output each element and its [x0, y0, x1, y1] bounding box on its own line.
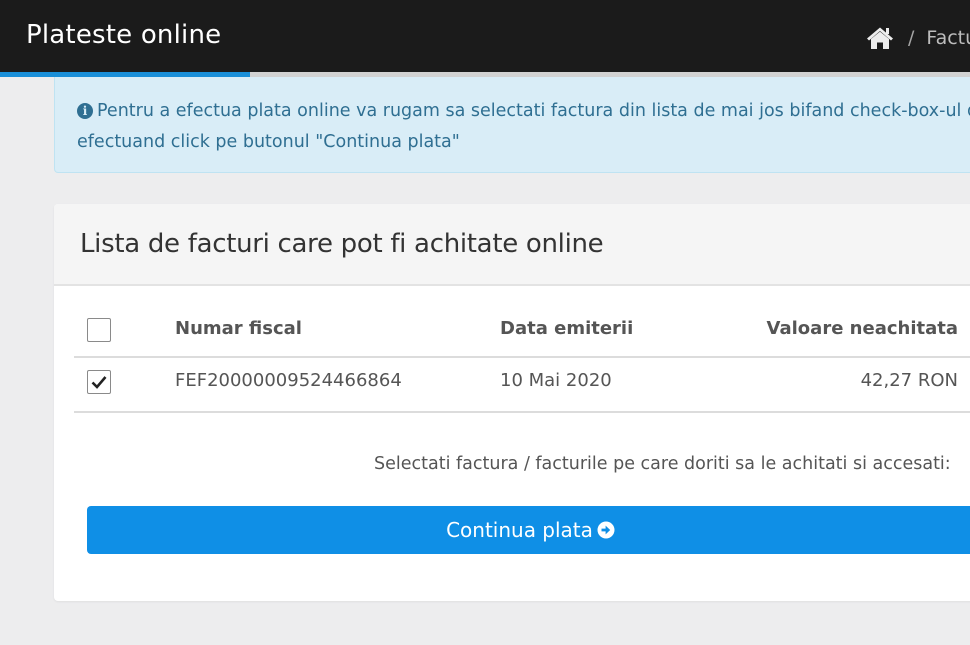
alert-line-1: i Pentru a efectua plata online va rugam …: [77, 96, 970, 127]
info-alert: i Pentru a efectua plata online va rugam …: [54, 77, 970, 173]
panel-title: Lista de facturi care pot fi achitate on…: [80, 229, 604, 259]
invoice-fiscal-number: FEF20000009524466864: [175, 370, 402, 391]
alert-text-2: efectuand click pe butonul "Continua pla…: [77, 132, 460, 152]
home-icon[interactable]: [866, 26, 894, 50]
column-header-fiscal: Numar fiscal: [175, 318, 302, 339]
invoices-panel: Lista de facturi care pot fi achitate on…: [54, 204, 970, 601]
invoice-date: 10 Mai 2020: [500, 370, 612, 391]
app-title: Plateste online: [26, 20, 222, 50]
invoice-checkbox[interactable]: [87, 370, 111, 394]
continue-payment-button[interactable]: Continua plata: [87, 506, 970, 554]
table-row: FEF20000009524466864 10 Mai 2020 42,27 R…: [74, 356, 970, 413]
table-header: Numar fiscal Data emiterii Valoare neach…: [74, 312, 970, 358]
arrow-circle-right-icon: [597, 521, 615, 539]
info-icon: i: [77, 103, 93, 119]
column-header-date: Data emiterii: [500, 318, 634, 339]
alert-text-1: Pentru a efectua plata online va rugam s…: [97, 101, 970, 121]
select-all-checkbox[interactable]: [87, 318, 111, 342]
breadcrumb-current[interactable]: Factu: [926, 27, 970, 49]
checkmark-icon: [91, 376, 107, 389]
breadcrumb-separator: /: [908, 27, 915, 49]
column-header-value: Valoare neachitata: [766, 318, 958, 339]
top-navbar: Plateste online / Factu: [0, 0, 970, 72]
panel-header: Lista de facturi care pot fi achitate on…: [54, 204, 970, 286]
breadcrumb: / Factu: [866, 24, 970, 52]
selection-hint: Selectati factura / facturile pe care do…: [374, 454, 951, 474]
continue-payment-label: Continua plata: [446, 518, 593, 542]
invoice-value: 42,27 RON: [860, 370, 958, 391]
